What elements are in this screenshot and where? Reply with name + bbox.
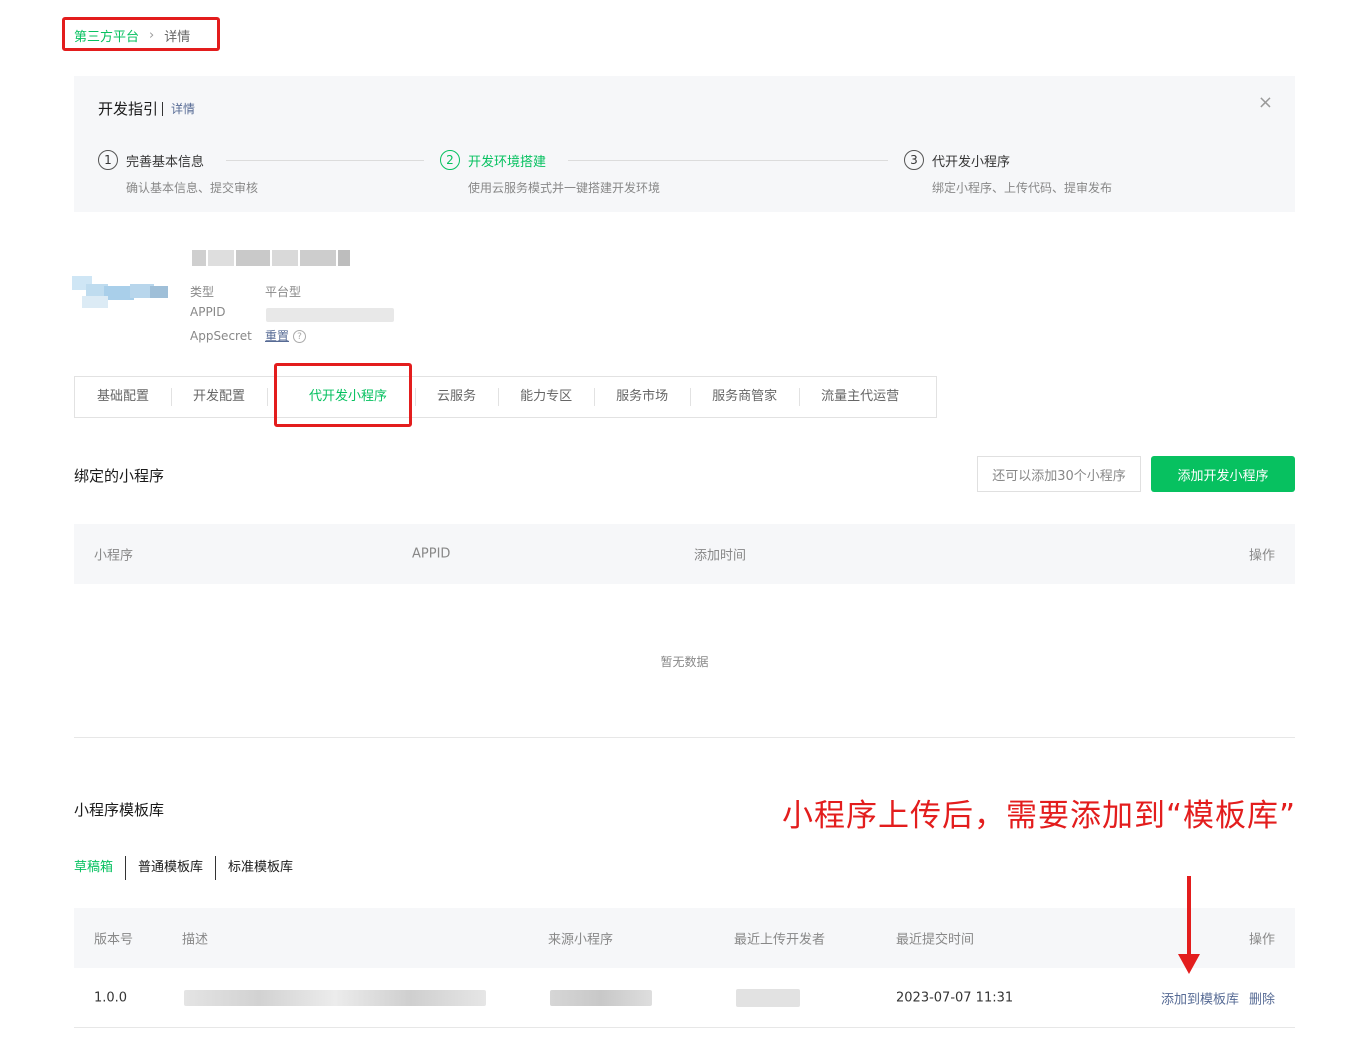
quota-badge: 还可以添加30个小程序	[977, 456, 1141, 492]
col-miniprogram: 小程序	[94, 548, 134, 564]
row-version: 1.0.0	[94, 990, 128, 1005]
account-secret-row: AppSecret 重置?	[190, 327, 307, 344]
subtab-normal-templates[interactable]: 普通模板库	[125, 856, 215, 880]
step-number: 2	[440, 150, 460, 170]
delete-link[interactable]: 删除	[1249, 992, 1275, 1007]
col-submit-time: 最近提交时间	[896, 932, 975, 948]
close-icon[interactable]: ×	[1258, 94, 1273, 112]
appid-label: APPID	[190, 305, 226, 319]
template-subtabs: 草稿箱 普通模板库 标准模板库	[74, 856, 305, 880]
bound-table-header: 小程序 APPID 添加时间 操作	[74, 524, 1295, 584]
template-table-header: 版本号 描述 来源小程序 最近上传开发者 最近提交时间 操作	[74, 908, 1295, 968]
guide-title-row: 开发指引 详情	[98, 98, 195, 119]
tab-dev-config[interactable]: 开发配置	[171, 386, 267, 408]
step-number: 3	[904, 150, 924, 170]
reset-secret-link[interactable]: 重置	[265, 329, 289, 343]
col-add-time: 添加时间	[694, 548, 747, 564]
empty-state: 暂无数据	[74, 586, 1295, 738]
template-section-title: 小程序模板库	[74, 801, 165, 819]
step-label: 开发环境搭建	[468, 154, 547, 170]
col-action: 操作	[1248, 932, 1275, 948]
row-description-redacted	[184, 989, 486, 1006]
step-label: 代开发小程序	[932, 154, 1011, 170]
col-appid: APPID	[412, 546, 451, 562]
account-name-redacted	[180, 246, 352, 270]
type-value: 平台型	[265, 285, 302, 299]
type-label: 类型	[190, 285, 215, 299]
col-source: 来源小程序	[548, 932, 614, 948]
annotation-arrow-head	[1178, 954, 1200, 974]
step-label: 完善基本信息	[126, 154, 205, 170]
tab-service-manager[interactable]: 服务商管家	[690, 386, 799, 408]
account-appid-row: APPID	[190, 305, 265, 319]
annotation-box-breadcrumb	[62, 17, 220, 51]
col-uploader: 最近上传开发者	[734, 932, 826, 948]
annotation-arrow	[1187, 876, 1191, 956]
help-icon[interactable]: ?	[293, 330, 307, 343]
annotation-box-tab	[274, 363, 412, 427]
subtab-standard-templates[interactable]: 标准模板库	[215, 856, 305, 880]
step-connector	[226, 160, 424, 161]
row-actions: 添加到模板库 删除	[1161, 988, 1275, 1007]
table-row: 1.0.0 2023-07-07 11:31 添加到模板库 删除	[74, 968, 1295, 1028]
col-description: 描述	[182, 932, 209, 948]
tab-basic-config[interactable]: 基础配置	[75, 386, 171, 408]
add-dev-miniprogram-button[interactable]: 添加开发小程序	[1151, 456, 1295, 492]
tab-capabilities[interactable]: 能力专区	[498, 386, 594, 408]
tab-cloud-service[interactable]: 云服务	[415, 386, 498, 408]
guide-detail-link[interactable]: 详情	[171, 100, 195, 117]
row-uploader-redacted	[736, 988, 800, 1007]
subtab-drafts[interactable]: 草稿箱	[74, 856, 125, 880]
tab-ad-operation[interactable]: 流量主代运营	[799, 386, 921, 408]
col-action: 操作	[1248, 548, 1275, 564]
annotation-text: 小程序上传后，需要添加到“模板库”	[782, 798, 1297, 834]
dev-guide-panel: 开发指引 详情 × 1 完善基本信息 确认基本信息、提交审核 2 开发环境搭建 …	[74, 76, 1295, 212]
step-desc: 使用云服务模式并一键搭建开发环境	[468, 181, 661, 195]
bound-section-title: 绑定的小程序	[74, 467, 165, 485]
step-connector	[568, 160, 888, 161]
guide-title: 开发指引	[98, 100, 159, 118]
avatar	[72, 270, 170, 310]
tab-service-market[interactable]: 服务市场	[594, 386, 690, 408]
guide-step-3: 3 代开发小程序 绑定小程序、上传代码、提审发布	[904, 150, 1112, 196]
row-source-redacted	[550, 989, 652, 1006]
title-divider	[162, 101, 164, 116]
guide-step-1: 1 完善基本信息 确认基本信息、提交审核	[98, 150, 258, 196]
account-type-row: 类型 平台型	[190, 283, 301, 300]
secret-label: AppSecret	[190, 329, 252, 343]
main-tabs: 基础配置 开发配置 代开发小程序 云服务 能力专区 服务市场 服务商管家 流量主…	[74, 376, 937, 418]
row-submit-time: 2023-07-07 11:31	[896, 990, 1014, 1005]
step-desc: 确认基本信息、提交审核	[126, 181, 259, 195]
step-number: 1	[98, 150, 118, 170]
add-to-template-link[interactable]: 添加到模板库	[1161, 992, 1239, 1007]
col-version: 版本号	[94, 932, 134, 948]
guide-step-2: 2 开发环境搭建 使用云服务模式并一键搭建开发环境	[440, 150, 660, 196]
appid-value-redacted	[266, 308, 394, 322]
step-desc: 绑定小程序、上传代码、提审发布	[932, 181, 1113, 195]
